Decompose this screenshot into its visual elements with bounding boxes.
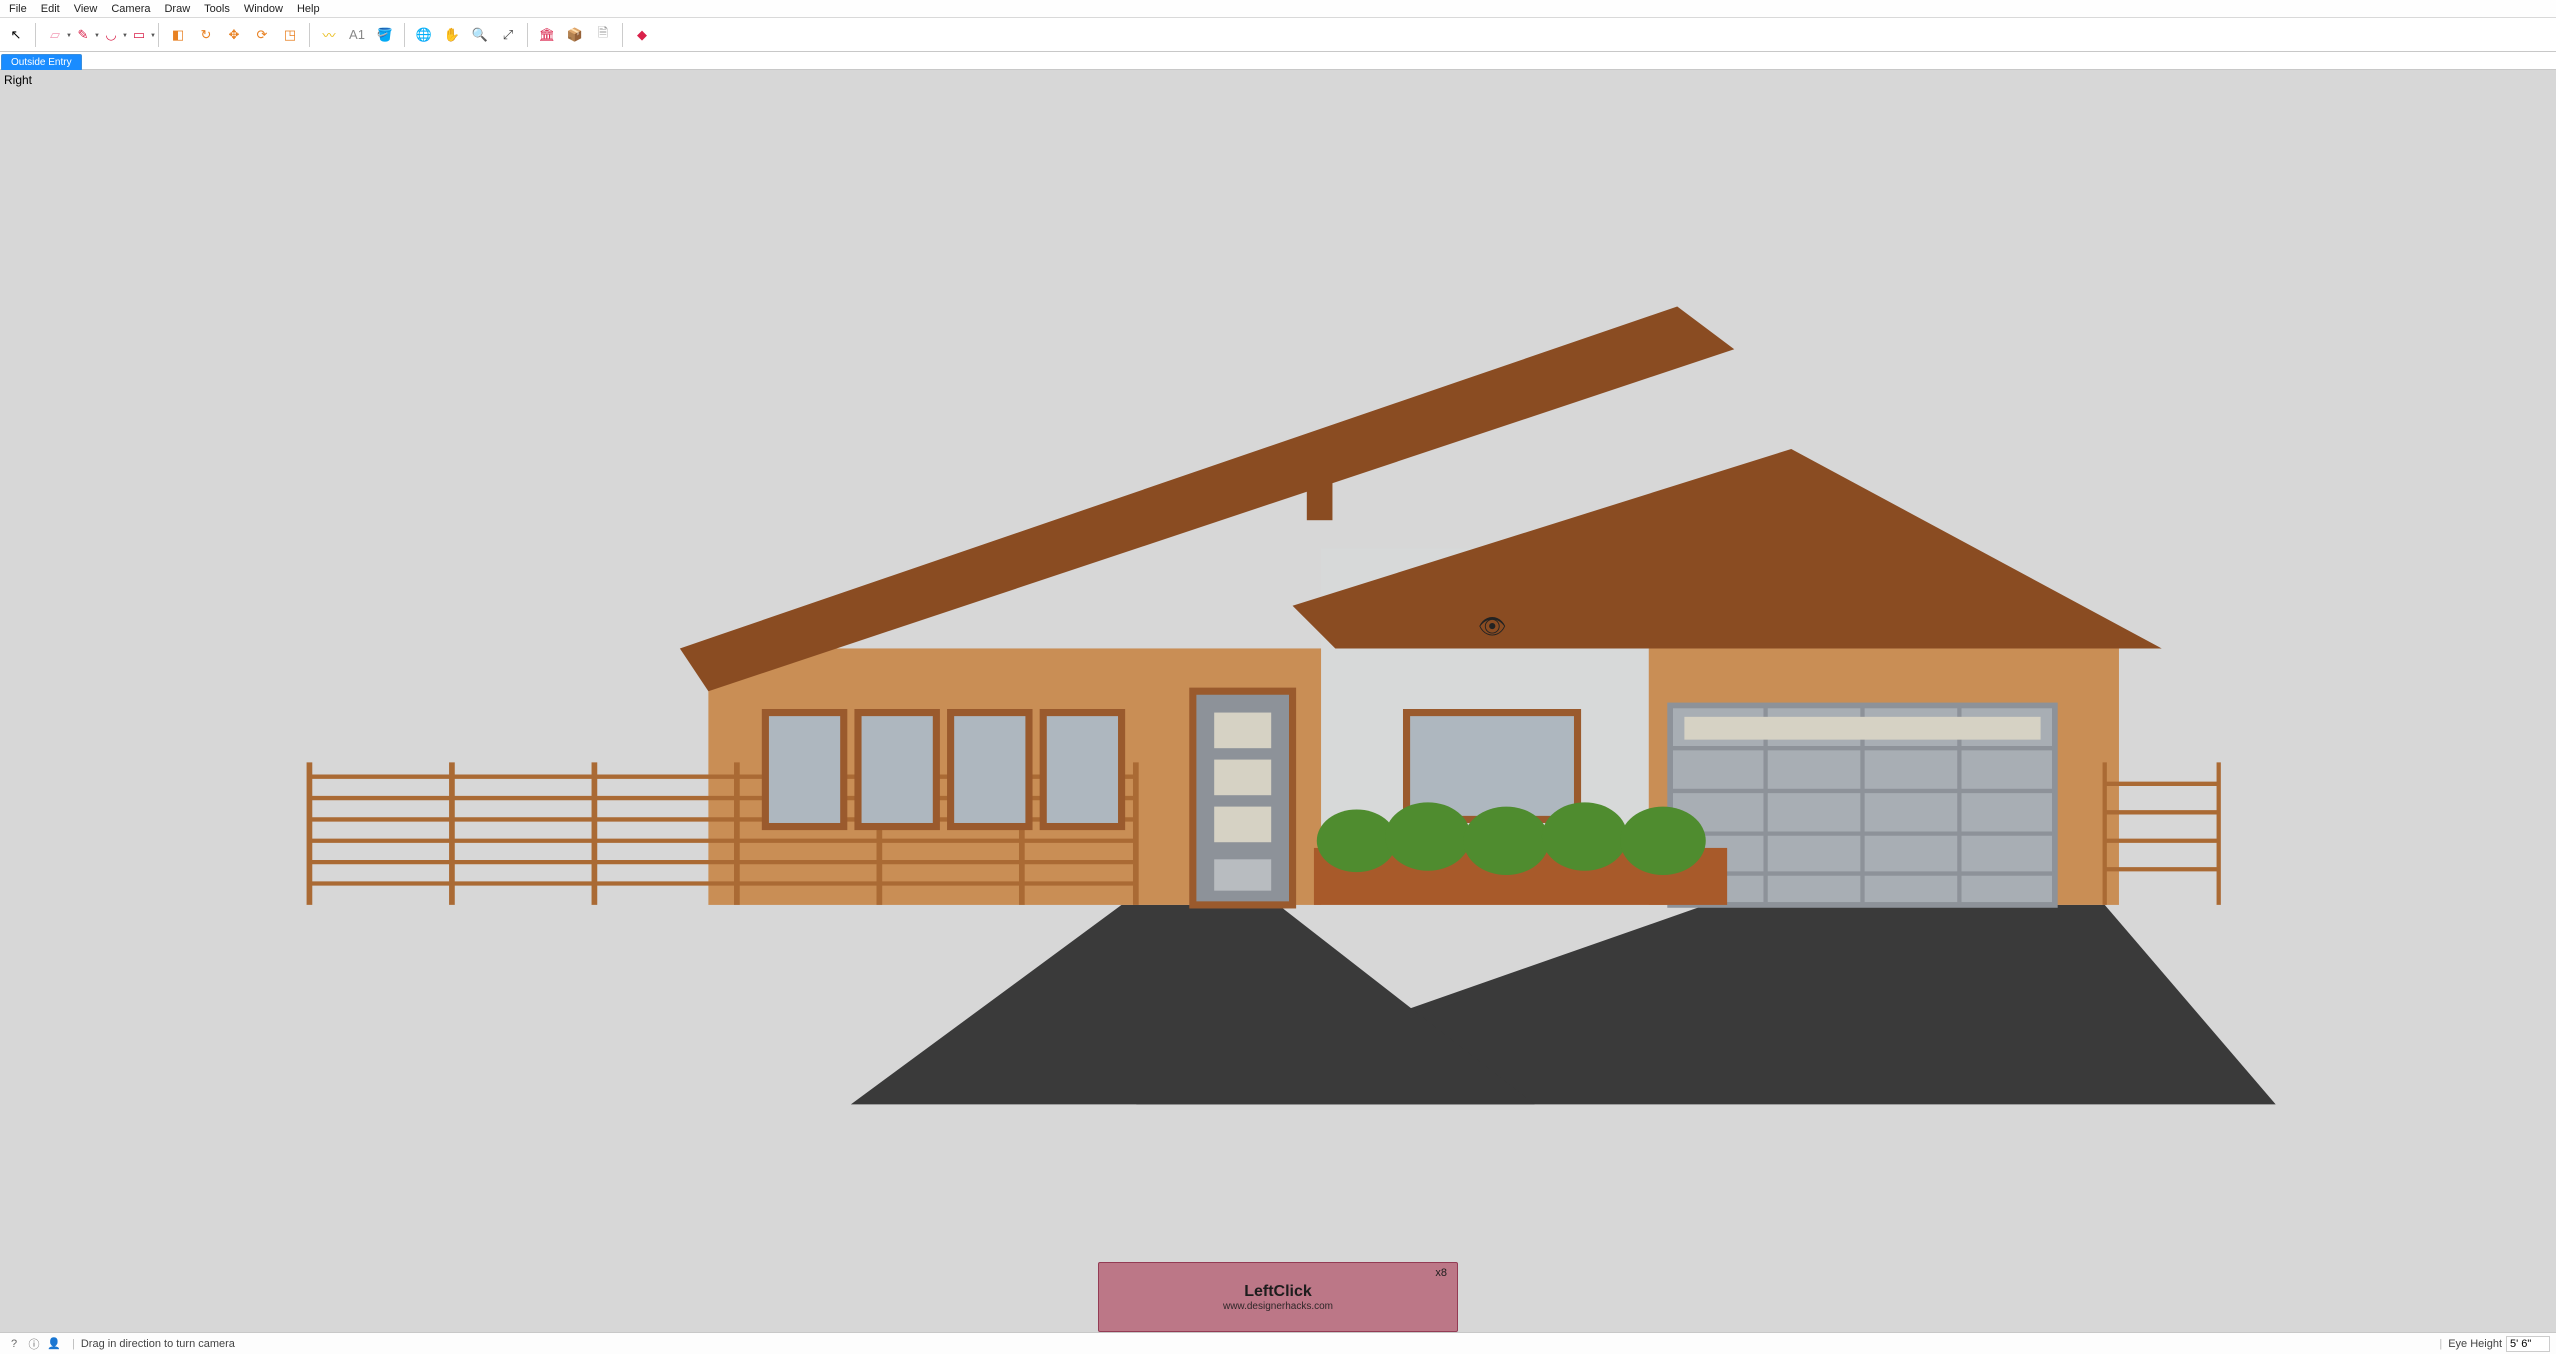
pencil-tool[interactable]: ✎▼ xyxy=(71,23,95,47)
scene-tabs: Outside Entry xyxy=(0,52,2556,70)
status-bar: ? ⓘ 👤 | Drag in direction to turn camera… xyxy=(0,1332,2556,1354)
toolbar-separator xyxy=(404,23,405,47)
zoom-extents-tool-icon: ⤢ xyxy=(499,26,517,44)
input-overlay: x8 LeftClick www.designerhacks.com xyxy=(1098,1262,1458,1332)
arc-tool-icon: ◡ xyxy=(102,26,120,44)
pan-tool[interactable]: ✋ xyxy=(440,23,464,47)
rect-tool-icon: ▭ xyxy=(130,26,148,44)
3d-warehouse-icon: 🏛 xyxy=(538,26,556,44)
menu-bar: File Edit View Camera Draw Tools Window … xyxy=(0,0,2556,18)
menu-tools[interactable]: Tools xyxy=(197,1,237,17)
paint-bucket-tool[interactable]: 🪣 xyxy=(373,23,397,47)
chevron-down-icon: ▼ xyxy=(150,33,156,39)
menu-file[interactable]: File xyxy=(2,1,34,17)
paint-bucket-tool-icon: 🪣 xyxy=(376,26,394,44)
zoom-extents-tool[interactable]: ⤢ xyxy=(496,23,520,47)
eraser-tool[interactable]: ▱▼ xyxy=(43,23,67,47)
scale-tool[interactable]: ◳ xyxy=(278,23,302,47)
zoom-tool-icon: 🔍 xyxy=(471,26,489,44)
menu-window[interactable]: Window xyxy=(237,1,290,17)
3d-warehouse[interactable]: 🏛 xyxy=(535,23,559,47)
offset-tool[interactable]: ↻ xyxy=(194,23,218,47)
menu-help[interactable]: Help xyxy=(290,1,327,17)
rotate-tool-icon: ⟳ xyxy=(253,26,271,44)
text-tool-icon: A1 xyxy=(348,26,366,44)
menu-draw[interactable]: Draw xyxy=(157,1,197,17)
vcb-label: Eye Height xyxy=(2448,1338,2502,1350)
toolbar-separator xyxy=(35,23,36,47)
status-hint: Drag in direction to turn camera xyxy=(81,1338,235,1350)
menu-camera[interactable]: Camera xyxy=(104,1,157,17)
help-icon[interactable]: ? xyxy=(6,1336,22,1352)
select-tool[interactable]: ↖ xyxy=(4,23,28,47)
viewport-label: Right xyxy=(4,73,32,87)
arc-tool[interactable]: ◡▼ xyxy=(99,23,123,47)
person-icon[interactable]: 👤 xyxy=(46,1336,62,1352)
menu-view[interactable]: View xyxy=(67,1,105,17)
text-tool[interactable]: A1 xyxy=(345,23,369,47)
zoom-tool[interactable]: 🔍 xyxy=(468,23,492,47)
svg-text:👁: 👁 xyxy=(1477,614,1506,640)
separator: | xyxy=(72,1338,75,1350)
ruby-console-icon: ◆ xyxy=(633,26,651,44)
viewport[interactable]: Right xyxy=(0,70,2556,1332)
select-tool-icon: ↖ xyxy=(7,26,25,44)
offset-tool-icon: ↻ xyxy=(197,26,215,44)
pan-tool-icon: ✋ xyxy=(443,26,461,44)
toolbar: ↖▱▼✎▼◡▼▭▼◧↻✥⟳◳〰A1🪣🌐✋🔍⤢🏛📦🗎◆ xyxy=(0,18,2556,52)
overlay-url: www.designerhacks.com xyxy=(1223,1301,1333,1312)
layout-tool[interactable]: 🗎 xyxy=(591,23,615,47)
info-icon[interactable]: ⓘ xyxy=(26,1336,42,1352)
toolbar-separator xyxy=(527,23,528,47)
vcb-input[interactable] xyxy=(2506,1336,2550,1352)
separator: | xyxy=(2439,1338,2442,1350)
orbit-tool[interactable]: 🌐 xyxy=(412,23,436,47)
move-tool-icon: ✥ xyxy=(225,26,243,44)
toolbar-separator xyxy=(622,23,623,47)
push-pull-tool-icon: ◧ xyxy=(169,26,187,44)
pencil-tool-icon: ✎ xyxy=(74,26,92,44)
tape-measure-tool[interactable]: 〰 xyxy=(317,23,341,47)
overlay-count: x8 xyxy=(1435,1267,1447,1279)
move-tool[interactable]: ✥ xyxy=(222,23,246,47)
toolbar-separator xyxy=(309,23,310,47)
tape-measure-tool-icon: 〰 xyxy=(320,26,338,44)
rotate-tool[interactable]: ⟳ xyxy=(250,23,274,47)
layout-tool-icon: 🗎 xyxy=(594,26,612,44)
rect-tool[interactable]: ▭▼ xyxy=(127,23,151,47)
scale-tool-icon: ◳ xyxy=(281,26,299,44)
scene-tab-outside-entry[interactable]: Outside Entry xyxy=(1,54,82,70)
orbit-tool-icon: 🌐 xyxy=(415,26,433,44)
extension-warehouse-icon: 📦 xyxy=(566,26,584,44)
model-house: 👁 xyxy=(77,221,2480,1104)
push-pull-tool[interactable]: ◧ xyxy=(166,23,190,47)
overlay-action: LeftClick xyxy=(1244,1283,1312,1301)
toolbar-separator xyxy=(158,23,159,47)
extension-warehouse[interactable]: 📦 xyxy=(563,23,587,47)
eraser-tool-icon: ▱ xyxy=(46,26,64,44)
ruby-console[interactable]: ◆ xyxy=(630,23,654,47)
menu-edit[interactable]: Edit xyxy=(34,1,67,17)
